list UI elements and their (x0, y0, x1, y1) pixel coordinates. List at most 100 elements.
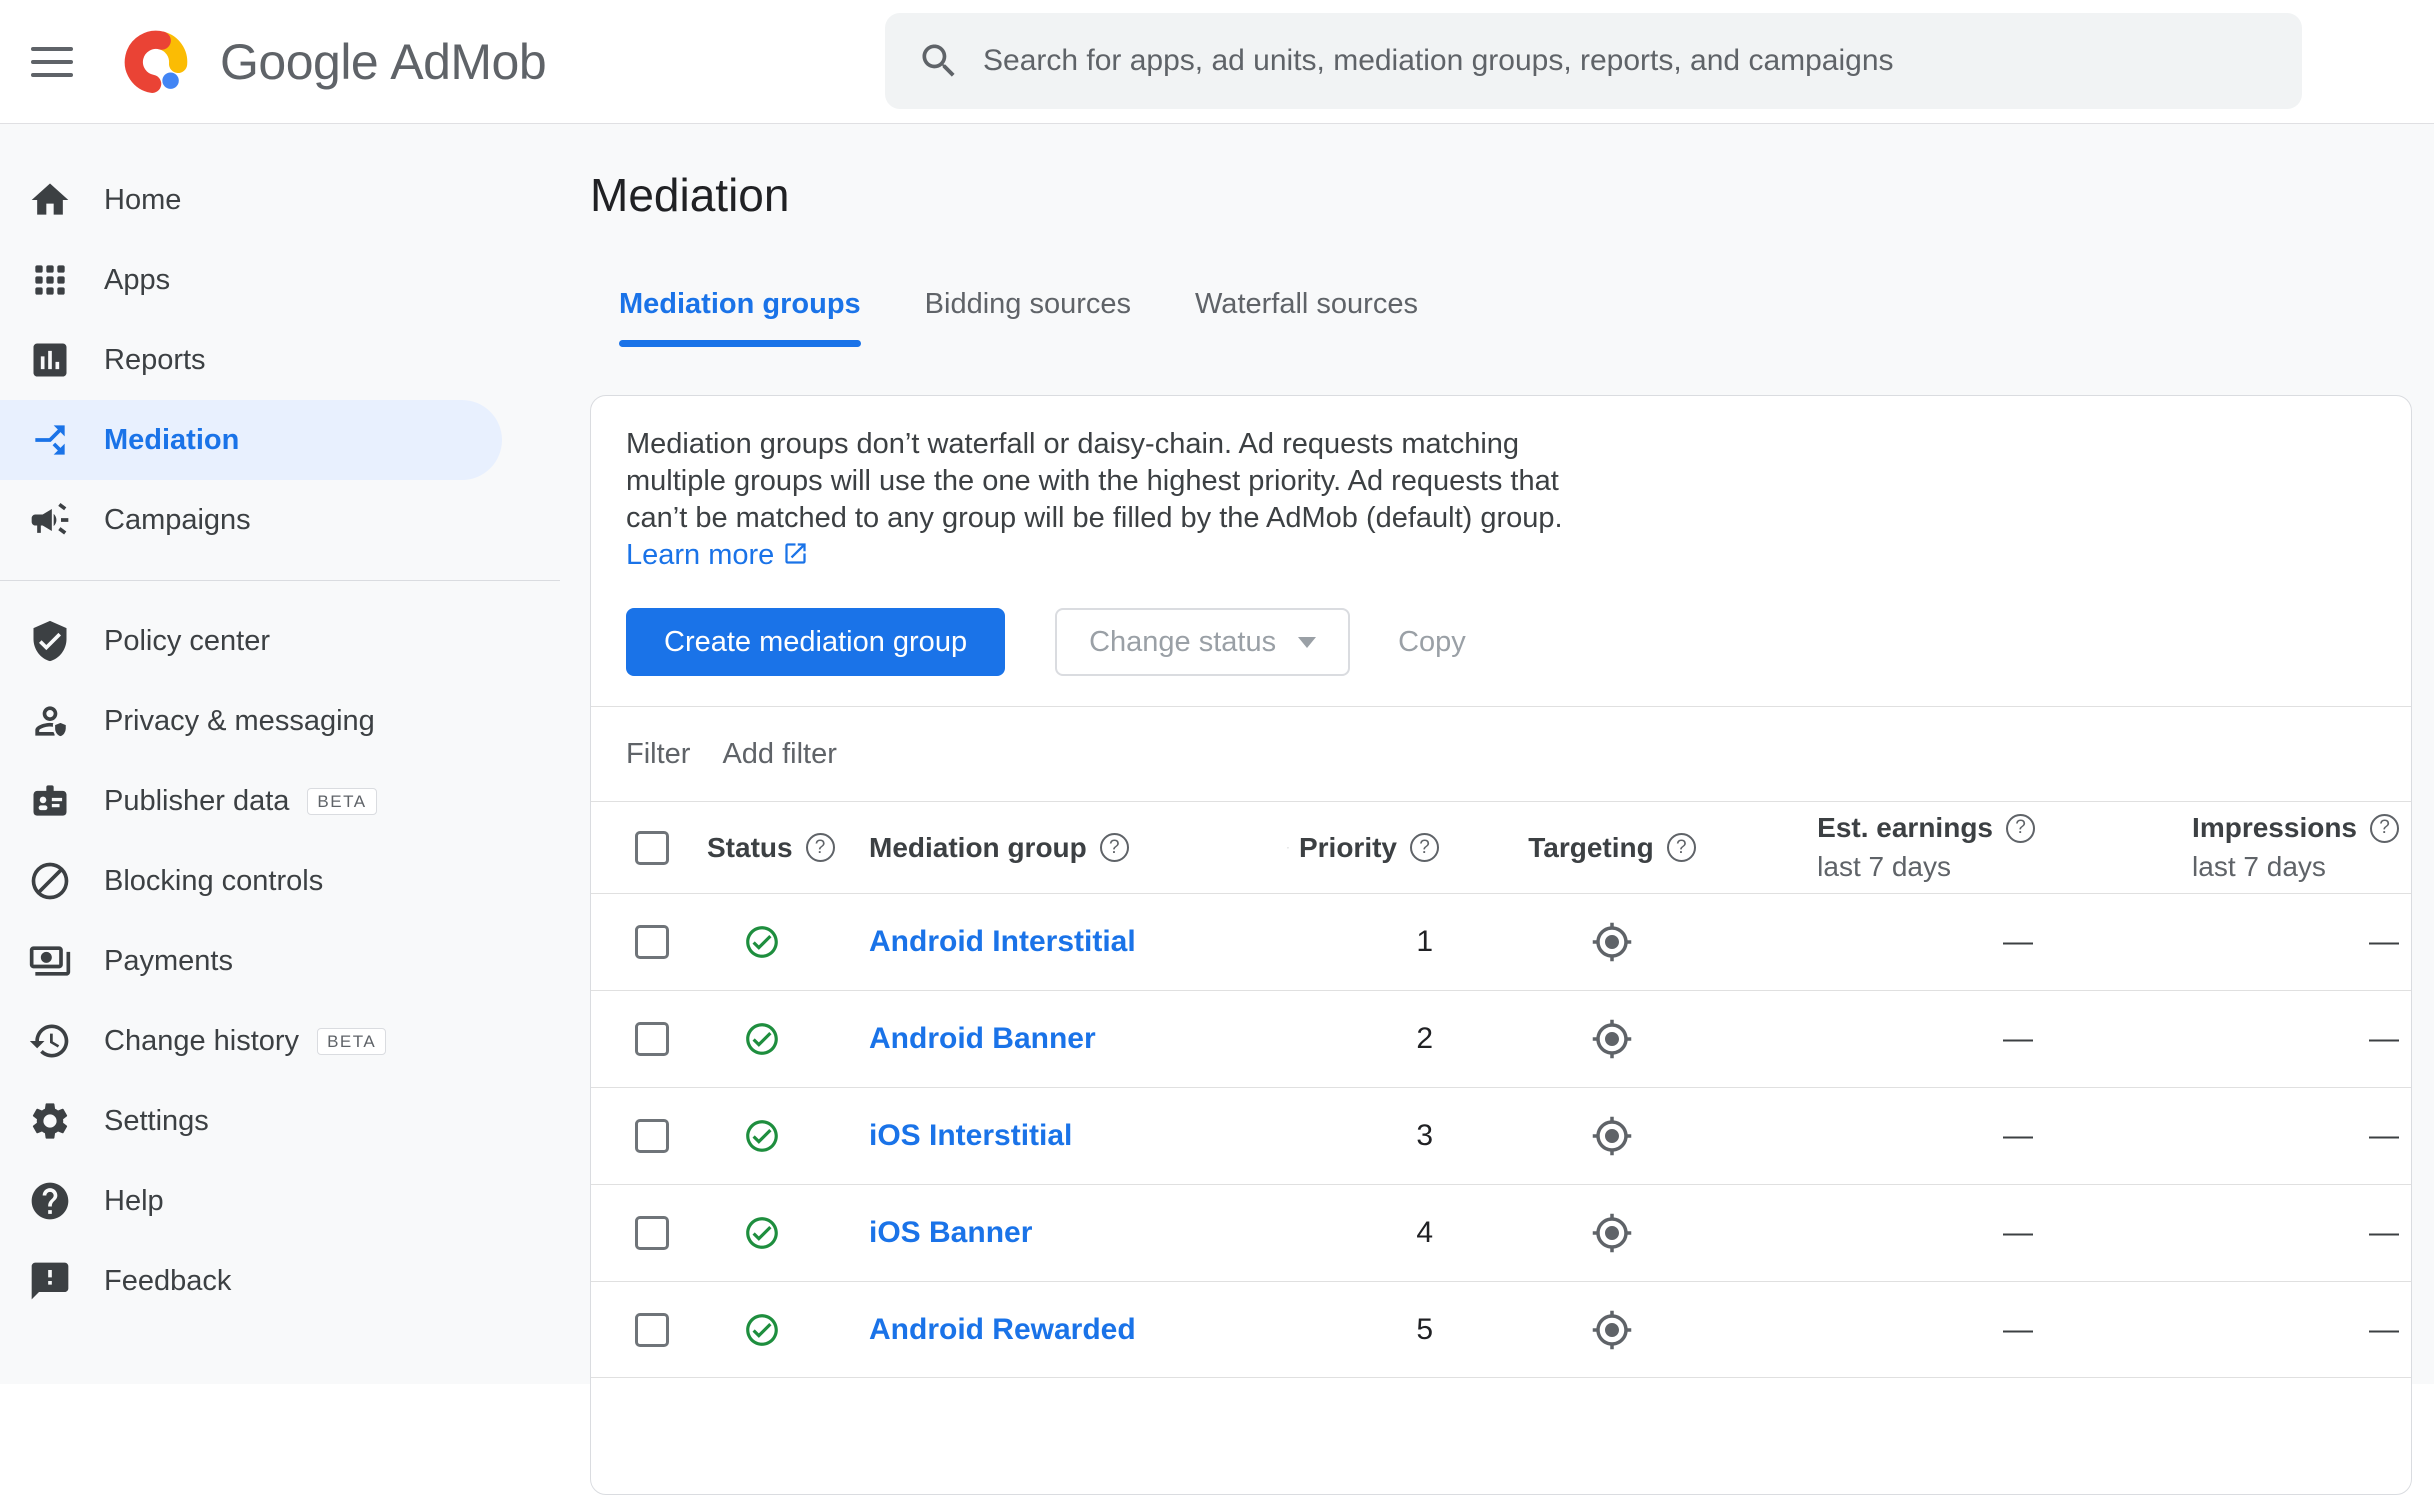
sidebar: Home Apps Reports Mediation Campaigns Po… (0, 124, 560, 1384)
tab-bidding-sources[interactable]: Bidding sources (925, 287, 1131, 347)
create-mediation-group-button[interactable]: Create mediation group (626, 608, 1006, 676)
priority-value: 5 (1416, 1312, 1433, 1346)
targeting-icon (1592, 1213, 1632, 1253)
priority-value: 4 (1416, 1216, 1433, 1249)
help-icon[interactable]: ? (2370, 813, 2399, 843)
sidebar-item-privacy-messaging[interactable]: Privacy & messaging (0, 681, 502, 761)
mediation-group-link[interactable]: Android Interstitial (869, 925, 1136, 958)
help-icon[interactable]: ? (1410, 833, 1439, 862)
learn-more-link[interactable]: Learn more (626, 539, 809, 571)
impressions-value: — (2369, 1119, 2399, 1152)
tab-mediation-groups[interactable]: Mediation groups (619, 287, 861, 347)
learn-more-label: Learn more (626, 539, 775, 571)
history-clock-icon (28, 1019, 72, 1063)
brand-wordmark: Google AdMob (220, 33, 547, 91)
impressions-value: — (2369, 1312, 2399, 1346)
change-status-label: Change status (1089, 625, 1277, 658)
status-active-icon (746, 926, 778, 958)
earnings-value: — (2003, 1216, 2033, 1249)
admob-logo-icon[interactable] (118, 24, 194, 100)
sidebar-item-apps[interactable]: Apps (0, 240, 502, 320)
earnings-value: — (2003, 1312, 2033, 1346)
change-status-button[interactable]: Change status (1055, 608, 1351, 676)
status-active-icon (746, 1120, 778, 1152)
earnings-value: — (2003, 925, 2033, 958)
filter-label: Filter (626, 737, 691, 770)
mediation-group-link[interactable]: iOS Interstitial (869, 1119, 1072, 1152)
app-header: Google AdMob (0, 0, 2434, 124)
column-header-priority[interactable]: Priority? (1287, 832, 1447, 864)
main-content: Mediation Mediation groups Bidding sourc… (560, 124, 2434, 1495)
mediation-split-icon (28, 418, 72, 462)
menu-icon[interactable] (31, 46, 73, 77)
page-title: Mediation (590, 169, 790, 221)
beta-badge: BETA (317, 1027, 387, 1055)
sidebar-item-settings[interactable]: Settings (0, 1081, 502, 1161)
row-checkbox[interactable] (635, 925, 669, 959)
help-icon[interactable]: ? (2006, 813, 2035, 843)
person-shield-icon (28, 699, 72, 743)
sidebar-item-label: Policy center (104, 624, 271, 657)
reports-chart-icon (28, 338, 72, 382)
shield-check-icon (28, 619, 72, 663)
sidebar-item-mediation[interactable]: Mediation (0, 400, 502, 480)
sidebar-item-label: Change history (104, 1024, 300, 1057)
status-active-icon (746, 1313, 778, 1346)
table-row: iOS Banner 4 — — (591, 1184, 2411, 1281)
filter-bar: Filter Add filter (591, 706, 2411, 801)
block-icon (28, 859, 72, 903)
column-header-impressions: Impressions? last 7 days (2047, 812, 2411, 883)
select-all-checkbox[interactable] (635, 830, 669, 865)
sidebar-item-label: Feedback (104, 1264, 232, 1297)
sidebar-item-help[interactable]: Help (0, 1161, 502, 1241)
help-icon[interactable]: ? (1099, 833, 1129, 862)
sidebar-divider (0, 580, 560, 581)
sidebar-item-label: Settings (104, 1104, 209, 1137)
table-row: Android Banner 2 — — (591, 990, 2411, 1087)
beta-badge: BETA (307, 787, 377, 815)
targeting-icon (1592, 922, 1632, 962)
search-input[interactable] (983, 44, 2272, 78)
tab-bar: Mediation groups Bidding sources Waterfa… (619, 287, 2412, 347)
sidebar-item-label: Home (104, 183, 182, 216)
apps-grid-icon (28, 258, 72, 302)
impressions-value: — (2369, 1022, 2399, 1055)
tab-waterfall-sources[interactable]: Waterfall sources (1195, 287, 1418, 347)
mediation-group-link[interactable]: Android Rewarded (869, 1313, 1136, 1346)
sidebar-item-change-history[interactable]: Change history BETA (0, 1001, 502, 1081)
row-checkbox[interactable] (635, 1119, 669, 1153)
row-checkbox[interactable] (635, 1022, 669, 1056)
sidebar-item-reports[interactable]: Reports (0, 320, 502, 400)
sidebar-item-publisher-data[interactable]: Publisher data BETA (0, 761, 502, 841)
targeting-icon (1592, 1116, 1632, 1156)
global-search (885, 13, 2302, 109)
row-checkbox[interactable] (635, 1216, 669, 1250)
sidebar-item-home[interactable]: Home (0, 160, 502, 240)
sidebar-item-label: Publisher data (104, 784, 290, 817)
add-filter-button[interactable]: Add filter (722, 738, 836, 771)
copy-button[interactable]: Copy (1398, 626, 1466, 659)
brand-google: Google (220, 33, 379, 90)
priority-value: 2 (1416, 1022, 1433, 1055)
priority-value: 1 (1416, 925, 1433, 958)
search-icon (922, 44, 955, 77)
brand-admob: AdMob (390, 33, 547, 90)
help-circle-icon (28, 1179, 72, 1223)
mediation-group-link[interactable]: iOS Banner (869, 1216, 1032, 1249)
row-checkbox[interactable] (635, 1312, 669, 1347)
sidebar-item-blocking-controls[interactable]: Blocking controls (0, 841, 502, 921)
sidebar-item-label: Privacy & messaging (104, 704, 375, 737)
column-header-status: Status? (687, 832, 835, 864)
sidebar-item-feedback[interactable]: Feedback (0, 1241, 502, 1321)
table-row: iOS Interstitial 3 — — (591, 1087, 2411, 1184)
column-header-mediation-group: Mediation group? (827, 832, 1287, 864)
mediation-group-link[interactable]: Android Banner (869, 1022, 1096, 1055)
help-icon[interactable]: ? (1666, 833, 1696, 862)
sidebar-item-payments[interactable]: Payments (0, 921, 502, 1001)
feedback-comment-icon (28, 1259, 72, 1303)
settings-gear-icon (28, 1099, 72, 1143)
sidebar-item-policy-center[interactable]: Policy center (0, 601, 502, 681)
earnings-value: — (2003, 1022, 2033, 1055)
description-text: Mediation groups don’t waterfall or dais… (626, 428, 1563, 534)
sidebar-item-campaigns[interactable]: Campaigns (0, 480, 502, 560)
